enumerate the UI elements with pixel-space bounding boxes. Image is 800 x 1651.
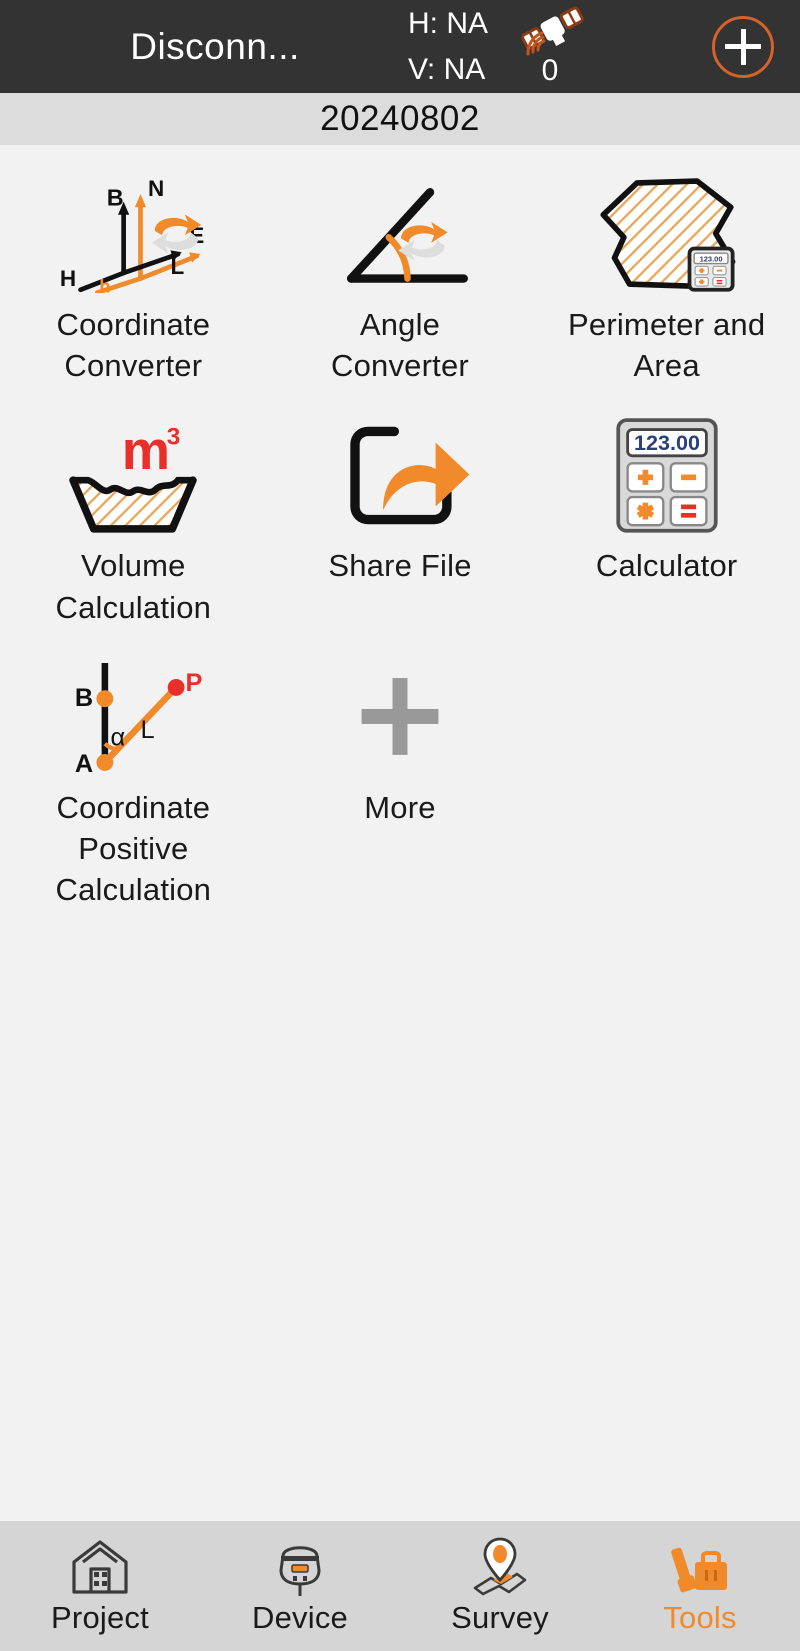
perimeter-area-icon: 123.00	[587, 171, 747, 296]
status-bar: Disconn... H: NA V: NA 0	[0, 0, 800, 93]
svg-text:123.00: 123.00	[634, 430, 700, 455]
device-receiver-icon	[279, 1546, 321, 1596]
satellite-icon	[510, 4, 590, 56]
satellite-count: 0	[541, 54, 559, 87]
angle-converter-icon	[320, 171, 480, 296]
nav-label: Survey	[451, 1600, 549, 1635]
calculator-icon: 123.00	[587, 412, 747, 537]
svg-text:A: A	[75, 750, 93, 775]
more-plus-icon	[320, 654, 480, 779]
svg-text:123.00: 123.00	[699, 254, 722, 263]
tools-grid: B N E L H h Coordinate Converter Angle C…	[0, 145, 800, 929]
bottom-navigation: Project Device Survey Tools	[0, 1521, 800, 1651]
svg-text:H: H	[60, 266, 76, 291]
tool-label: Volume Calculation	[55, 548, 212, 625]
survey-map-pin-icon	[473, 1537, 527, 1596]
tool-perimeter-area[interactable]: 123.00 Perimeter and Area	[533, 163, 800, 404]
tool-label: Calculator	[595, 548, 738, 584]
connection-status[interactable]: Disconn...	[0, 26, 800, 68]
volume-calculation-icon: m 3	[53, 412, 213, 537]
svg-text:3: 3	[167, 423, 181, 450]
tools-content-area: B N E L H h Coordinate Converter Angle C…	[0, 145, 800, 1521]
svg-text:L: L	[141, 716, 155, 744]
svg-text:h: h	[100, 275, 111, 292]
tool-calculator[interactable]: 123.00 Calculator	[533, 404, 800, 645]
horizontal-accuracy: H: NA	[408, 6, 489, 40]
tool-label: More	[364, 789, 436, 825]
accuracy-readout: H: NA V: NA	[408, 1, 488, 93]
share-file-icon	[320, 412, 480, 537]
nav-label: Device	[252, 1600, 348, 1635]
tool-more[interactable]: More	[267, 646, 534, 929]
project-bar[interactable]: 20240802	[0, 93, 800, 145]
nav-label: Project	[51, 1600, 149, 1635]
nav-label: Tools	[663, 1600, 737, 1635]
tool-coordinate-converter[interactable]: B N E L H h Coordinate Converter	[0, 163, 267, 404]
coordinate-converter-icon: B N E L H h	[53, 171, 213, 296]
svg-text:B: B	[107, 184, 124, 210]
svg-text:α: α	[111, 724, 126, 752]
tool-label: Coordinate Positive Calculation	[55, 789, 212, 908]
tool-label: Coordinate Converter	[56, 307, 211, 384]
tools-toolbox-icon	[671, 1547, 727, 1593]
nav-item-survey[interactable]: Survey	[400, 1521, 600, 1651]
coordinate-positive-calculation-icon: B A P α L	[53, 654, 213, 779]
nav-item-project[interactable]: Project	[0, 1521, 200, 1651]
project-name: 20240802	[320, 99, 480, 138]
tool-angle-converter[interactable]: Angle Converter	[267, 163, 534, 404]
nav-item-device[interactable]: Device	[200, 1521, 400, 1651]
tool-volume-calculation[interactable]: m 3 Volume Calculation	[0, 404, 267, 645]
tool-share-file[interactable]: Share File	[267, 404, 534, 645]
tool-coordinate-positive-calculation[interactable]: B A P α L Coordinate Positive Calculatio…	[0, 646, 267, 929]
tool-label: Share File	[328, 548, 472, 584]
vertical-accuracy: V: NA	[408, 52, 486, 86]
svg-text:L: L	[171, 253, 185, 278]
nav-item-tools[interactable]: Tools	[600, 1521, 800, 1651]
plus-icon-vertical	[740, 28, 746, 65]
add-button[interactable]	[712, 15, 774, 78]
tool-label: Perimeter and Area	[568, 307, 766, 384]
project-house-icon	[72, 1540, 128, 1594]
svg-text:m: m	[122, 420, 170, 481]
tool-label: Angle Converter	[331, 307, 469, 384]
svg-text:P: P	[186, 670, 203, 698]
svg-text:N: N	[148, 176, 164, 201]
svg-text:B: B	[75, 685, 93, 713]
